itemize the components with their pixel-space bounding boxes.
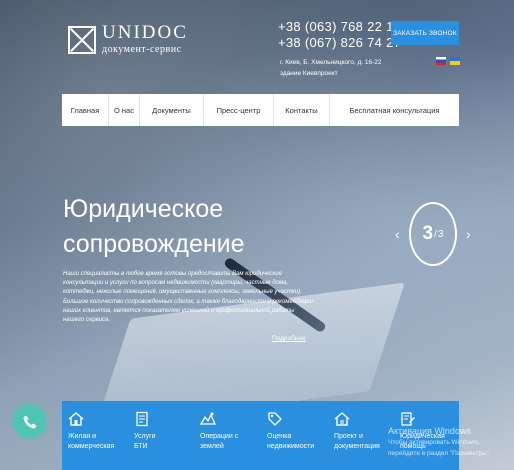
- hero-description: Наши специалисты в любое время готовы пр…: [63, 271, 313, 324]
- nav-item-home[interactable]: Главная: [62, 94, 109, 126]
- slider-prev-arrow-icon[interactable]: ‹: [395, 226, 400, 242]
- service-property-valuation[interactable]: Оценка недвижимости: [267, 411, 314, 452]
- logo-mark-icon: [68, 26, 96, 54]
- windows-activation-line1: Чтобы активировать Windows,: [388, 439, 480, 446]
- slide-current: 3: [422, 223, 434, 244]
- slide-total: 3: [437, 228, 444, 240]
- phone-number-2[interactable]: +38 (067) 826 74 27: [278, 35, 401, 51]
- house-plan-icon: [334, 412, 350, 426]
- phone-icon: [23, 415, 36, 428]
- ru-flag-icon[interactable]: [436, 57, 446, 65]
- service-label-line1: Проект и: [334, 433, 363, 440]
- nav-item-free-consultation[interactable]: Бесплатная консультация: [330, 94, 459, 126]
- service-label-line2: документация: [334, 443, 380, 450]
- service-label-line2: землей: [200, 443, 224, 450]
- ua-flag-icon[interactable]: [450, 57, 460, 65]
- service-land-operations[interactable]: Операции с землей: [200, 411, 238, 452]
- nav-item-press-center[interactable]: Пресс-центр: [204, 94, 274, 126]
- nav-item-about[interactable]: О нас: [109, 94, 140, 126]
- service-label-line2: БТИ: [134, 443, 148, 450]
- service-bti[interactable]: Услуги БТИ: [134, 411, 156, 452]
- windows-activation-line2: перейдите в раздел "Параметры".: [388, 450, 491, 457]
- service-project-documentation[interactable]: Проект и документация: [334, 411, 380, 452]
- document-icon: [136, 411, 148, 427]
- logo-subtitle: документ-сервис: [102, 44, 182, 55]
- logo[interactable]: UNIDOC документ-сервис: [68, 23, 188, 55]
- address: г. Киев, Б. Хмельницкого, д. 16-22 здани…: [280, 59, 382, 77]
- land-icon: [200, 412, 216, 425]
- hero-title: Юридическое сопровождение: [63, 192, 245, 262]
- service-label-line2: недвижимости: [267, 443, 315, 450]
- service-residential-commercial[interactable]: Жилая и коммерческая: [68, 411, 114, 452]
- legal-icon: [401, 412, 415, 426]
- phone-list: +38 (063) 768 22 10 +38 (067) 826 74 27: [278, 19, 401, 51]
- house-icon: [68, 412, 84, 426]
- call-fab-button[interactable]: [13, 405, 46, 438]
- slide-separator: /: [434, 228, 437, 240]
- more-link[interactable]: Подробнее: [272, 335, 306, 342]
- phone-number-1[interactable]: +38 (063) 768 22 10: [278, 19, 401, 35]
- windows-activation-title: Активация Windows: [388, 426, 471, 436]
- slide-counter: 3 / 3: [409, 202, 457, 266]
- slider-next-arrow-icon[interactable]: ›: [466, 226, 471, 242]
- hero-title-line2: сопровождение: [63, 230, 245, 258]
- nav-item-contacts[interactable]: Контакты: [274, 94, 330, 126]
- main-nav: Главная О нас Документы Пресс-центр Конт…: [62, 94, 459, 126]
- callback-button[interactable]: Заказать звонок: [391, 21, 459, 45]
- service-label-line1: Операции с: [200, 433, 239, 440]
- nav-item-documents[interactable]: Документы: [140, 94, 204, 126]
- logo-title: UNIDOC: [102, 22, 188, 43]
- hero-title-line1: Юридическое: [63, 195, 224, 223]
- service-label-line1: Услуги: [134, 433, 156, 440]
- windows-activation-watermark: Активация Windows Чтобы активировать Win…: [388, 426, 491, 459]
- price-tag-icon: [268, 412, 282, 426]
- service-label-line1: Оценка: [267, 433, 292, 440]
- service-label-line1: Жилая и: [68, 433, 96, 440]
- service-label-line2: коммерческая: [68, 443, 115, 450]
